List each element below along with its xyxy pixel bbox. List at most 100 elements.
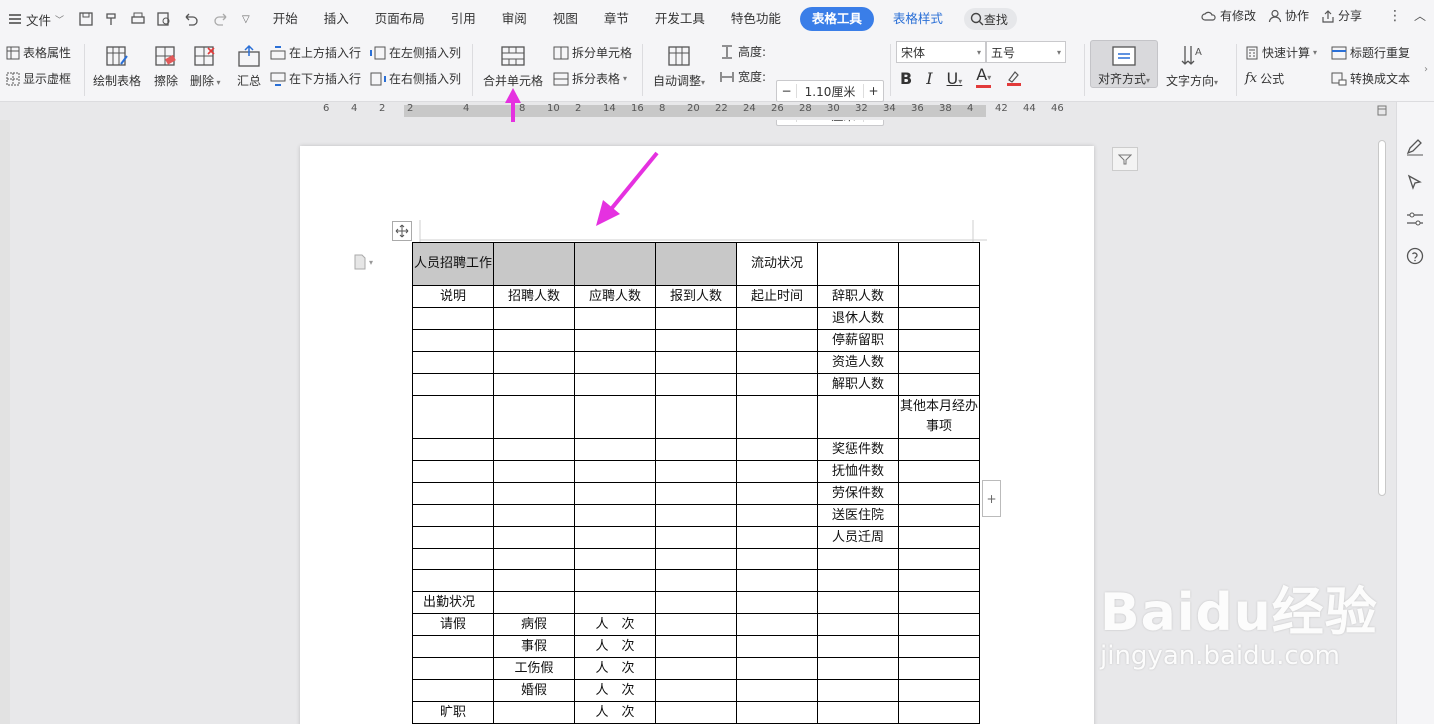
print-icon[interactable] <box>130 11 146 27</box>
table-cell[interactable] <box>898 351 980 374</box>
tab-view[interactable]: 视图 <box>540 7 591 31</box>
table-cell[interactable] <box>412 307 494 330</box>
table-cell[interactable] <box>736 351 818 374</box>
table-cell[interactable] <box>412 656 494 680</box>
table-cell[interactable]: 辞职人数 <box>817 285 899 308</box>
paragraph-menu[interactable]: ▾ <box>353 254 373 270</box>
table-cell[interactable] <box>412 526 494 549</box>
table-cell[interactable] <box>817 395 899 439</box>
table-cell[interactable] <box>493 526 575 549</box>
table-cell[interactable] <box>736 700 818 724</box>
table-cell[interactable] <box>412 547 494 571</box>
table-cell[interactable] <box>736 678 818 702</box>
table-cell[interactable] <box>736 460 818 483</box>
show-grid-button[interactable]: 显示虚框 <box>6 70 71 87</box>
table-properties-button[interactable]: 表格属性 <box>6 44 71 61</box>
table-cell[interactable]: 解职人数 <box>817 373 899 396</box>
table-cell[interactable] <box>493 351 575 374</box>
table-cell[interactable] <box>817 547 899 571</box>
table-cell[interactable] <box>736 526 818 549</box>
modified-button[interactable]: 有修改 <box>1201 7 1256 24</box>
table-cell[interactable] <box>574 438 656 461</box>
table-cell[interactable] <box>817 242 899 286</box>
table-cell[interactable]: 工伤假 <box>493 656 575 680</box>
table-cell[interactable] <box>655 656 737 680</box>
table-cell[interactable] <box>898 547 980 571</box>
insert-col-right-button[interactable]: 在右侧插入列 <box>370 70 461 87</box>
split-table-button[interactable]: 拆分表格 ▾ <box>553 70 627 87</box>
table-cell[interactable] <box>898 329 980 352</box>
insert-col-left-button[interactable]: 在左侧插入列 <box>370 44 461 61</box>
more-icon[interactable]: ▽ <box>242 14 250 25</box>
table-cell[interactable] <box>736 438 818 461</box>
table-cell[interactable] <box>574 351 656 374</box>
table-cell[interactable]: 资造人数 <box>817 351 899 374</box>
settings-sliders-icon[interactable] <box>1405 210 1425 228</box>
table-cell[interactable] <box>493 460 575 483</box>
collab-button[interactable]: 协作 <box>1268 7 1309 24</box>
table-cell[interactable] <box>655 307 737 330</box>
table-cell[interactable] <box>493 242 575 286</box>
table-cell[interactable] <box>655 242 737 286</box>
table-cell[interactable] <box>736 307 818 330</box>
table-cell[interactable] <box>412 351 494 374</box>
page-panel-button[interactable] <box>1112 147 1138 171</box>
table-cell[interactable] <box>574 373 656 396</box>
table-cell[interactable] <box>898 634 980 658</box>
table-cell[interactable] <box>898 307 980 330</box>
table-cell[interactable] <box>655 700 737 724</box>
table-cell[interactable] <box>493 482 575 505</box>
table-cell[interactable] <box>898 504 980 527</box>
tab-review[interactable]: 审阅 <box>489 7 540 31</box>
highlight-icon[interactable] <box>1005 70 1027 86</box>
table-cell[interactable] <box>736 547 818 571</box>
table-cell[interactable]: 抚恤件数 <box>817 460 899 483</box>
italic-icon[interactable]: I <box>926 69 932 88</box>
table-cell[interactable] <box>898 656 980 680</box>
add-column-button[interactable]: + <box>982 480 1001 517</box>
table-cell[interactable]: 送医住院 <box>817 504 899 527</box>
table-cell[interactable]: 人 次 <box>574 634 656 658</box>
table-cell[interactable] <box>574 526 656 549</box>
table-cell[interactable] <box>898 242 980 286</box>
table-cell[interactable]: 说明 <box>412 285 494 308</box>
erase-button[interactable]: 擦除 <box>151 42 181 89</box>
table-cell[interactable]: 应聘人数 <box>574 285 656 308</box>
pen-icon[interactable] <box>1405 138 1425 156</box>
table-cell[interactable] <box>898 460 980 483</box>
print-preview-icon[interactable] <box>156 11 172 27</box>
save-icon[interactable] <box>78 11 94 27</box>
document-table[interactable]: 人员招聘工作 流动状况 说明 招聘人数 应聘人数 报到人数 起止时间 辞职人数 退休人数 停薪留职… <box>412 242 980 724</box>
table-cell[interactable] <box>736 373 818 396</box>
table-cell[interactable]: 请假 <box>412 612 494 636</box>
share-button[interactable]: 分享 <box>1321 7 1362 24</box>
table-cell[interactable] <box>655 373 737 396</box>
summary-button[interactable]: 汇总 <box>234 42 264 89</box>
undo-icon[interactable] <box>182 11 202 27</box>
tab-developer[interactable]: 开发工具 <box>642 7 718 31</box>
table-cell[interactable] <box>655 634 737 658</box>
align-button[interactable]: 对齐方式▾ <box>1090 40 1158 88</box>
table-cell[interactable] <box>736 634 818 658</box>
table-cell[interactable] <box>736 612 818 636</box>
table-cell[interactable] <box>898 590 980 614</box>
table-cell[interactable] <box>817 656 899 680</box>
font-color-icon[interactable]: A▾ <box>976 67 992 88</box>
table-cell[interactable]: 人 次 <box>574 656 656 680</box>
table-cell[interactable] <box>412 482 494 505</box>
table-cell[interactable]: 人 次 <box>574 612 656 636</box>
search-box[interactable]: 查找 <box>963 8 1017 30</box>
insert-row-above-button[interactable]: 在上方插入行 <box>270 44 361 61</box>
table-cell[interactable] <box>655 526 737 549</box>
select-pointer-icon[interactable] <box>1406 174 1424 192</box>
table-cell[interactable] <box>655 482 737 505</box>
table-cell[interactable] <box>493 438 575 461</box>
table-cell[interactable] <box>655 547 737 571</box>
insert-row-below-button[interactable]: 在下方插入行 <box>270 70 361 87</box>
scroll-top-icon[interactable] <box>1377 105 1387 117</box>
merge-cells-button[interactable]: 合并单元格 <box>483 42 543 89</box>
table-cell[interactable] <box>412 329 494 352</box>
table-cell[interactable] <box>574 590 656 614</box>
table-cell[interactable] <box>493 547 575 571</box>
table-cell[interactable]: 人 次 <box>574 700 656 724</box>
